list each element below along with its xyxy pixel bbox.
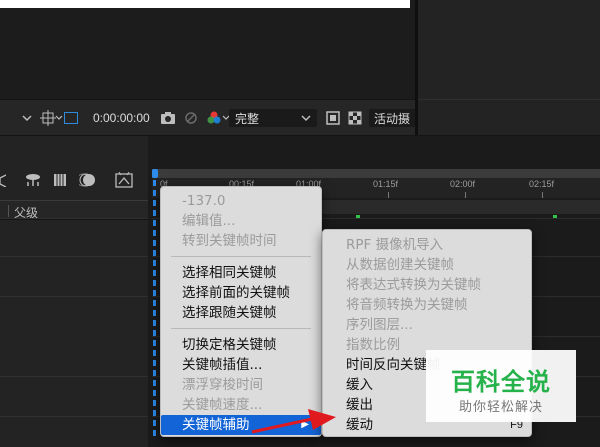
menu-item-edit-value: 编辑值...	[182, 213, 236, 229]
cube-icon[interactable]	[0, 173, 7, 190]
menu-divider	[171, 328, 311, 329]
composition-canvas	[0, 0, 410, 8]
motion-blur-icon[interactable]	[76, 172, 97, 191]
mask-visibility-icon[interactable]	[64, 108, 78, 128]
menu-divider	[171, 256, 311, 257]
submenu-item-easy-ease-label: 缓动	[346, 417, 373, 433]
right-panel-divider	[418, 99, 600, 100]
chevron-down-icon	[301, 115, 311, 122]
grid-options-chevron-icon[interactable]	[55, 108, 63, 128]
right-panel	[418, 0, 600, 135]
show-snapshot-icon[interactable]	[184, 108, 198, 128]
transparency-grid-icon[interactable]	[348, 108, 362, 128]
frame-blending-icon[interactable]	[52, 172, 68, 191]
menu-item-go-to-keyframe-time: 转到关键帧时间	[182, 233, 277, 249]
menu-item-value: -137.0	[182, 193, 226, 209]
graph-editor-icon[interactable]	[115, 171, 133, 191]
menu-item-select-equal-keyframes[interactable]: 选择相同关键帧	[161, 263, 321, 283]
watermark-title: 百科全说	[451, 368, 551, 396]
watermark: 百科全说 助你轻松解决	[426, 350, 576, 422]
ruler-tick-label: 02:15f	[529, 179, 555, 189]
viewer-toolbar: 0:00:00:00 完整 活动摄	[0, 99, 415, 135]
grid-guides-icon[interactable]	[40, 108, 56, 128]
submenu-item-sequence-layers: 序列图层...	[346, 317, 413, 333]
submenu-item-rpf-camera-import: RPF 摄像机导入	[346, 237, 444, 253]
ruler-tick-label: 01:15f	[373, 179, 399, 189]
pointer-arrow-icon	[251, 409, 336, 434]
menu-item-keyframe-assistant-label: 关键帧辅助	[182, 417, 250, 433]
menu-item-select-previous-keyframes[interactable]: 选择前面的关键帧	[161, 283, 321, 303]
resolution-value: 完整	[235, 111, 260, 126]
active-camera-dropdown[interactable]: 活动摄	[369, 108, 415, 128]
submenu-item-keyframes-from-data: 从数据创建关键帧	[346, 257, 454, 273]
menu-item-toggle-hold-keyframe[interactable]: 切换定格关键帧	[161, 335, 321, 355]
watermark-subtitle: 助你轻松解决	[458, 400, 543, 415]
ruler-tick-label: 02:00f	[450, 179, 476, 189]
composition-viewer[interactable]	[0, 0, 415, 99]
submenu-item-convert-audio: 将音频转换为关键帧	[346, 297, 468, 313]
menu-item-keyframe-interpolation[interactable]: 关键帧插值...	[161, 355, 321, 375]
zoom-dropdown-chevron-icon[interactable]	[22, 108, 32, 128]
playhead[interactable]	[153, 170, 156, 436]
keyframe-context-menu: -137.0 编辑值... 转到关键帧时间 选择相同关键帧 选择前面的关键帧 选…	[160, 186, 322, 437]
region-of-interest-icon[interactable]	[326, 108, 340, 128]
resolution-dropdown[interactable]: 完整	[229, 108, 317, 128]
menu-item-rove-across-time: 漂浮穿梭时间	[182, 377, 263, 393]
comp-flowchart-icon[interactable]	[24, 172, 42, 191]
current-time[interactable]: 0:00:00:00	[93, 108, 150, 128]
work-area-bar[interactable]	[152, 169, 600, 178]
column-header: 父级	[0, 200, 148, 220]
submenu-item-convert-expression: 将表达式转换为关键帧	[346, 277, 481, 293]
snapshot-camera-icon[interactable]	[160, 108, 176, 128]
active-camera-value: 活动摄	[374, 111, 411, 126]
menu-item-select-following-keyframes[interactable]: 选择跟随关键帧	[161, 303, 321, 323]
color-channels-icon[interactable]	[206, 108, 222, 128]
